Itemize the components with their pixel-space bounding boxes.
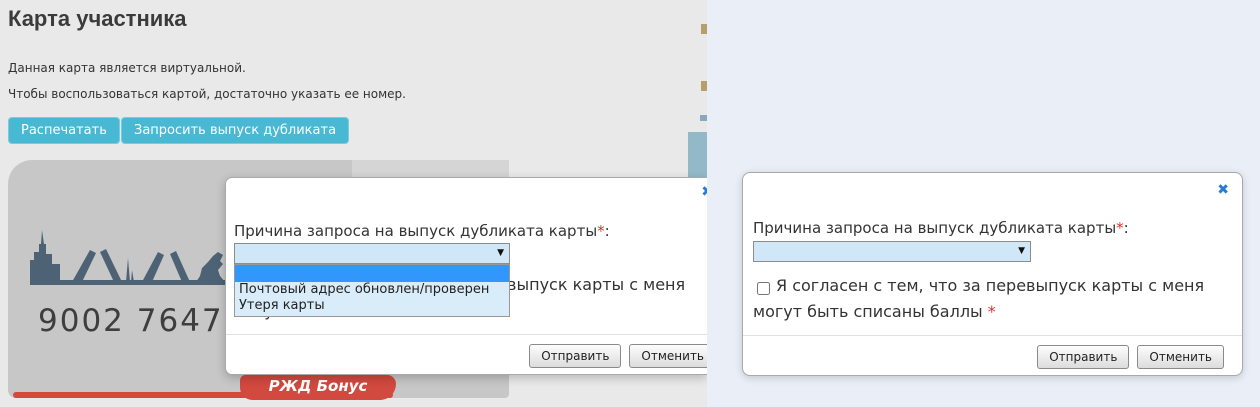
- close-icon[interactable]: ✖: [701, 185, 707, 199]
- dialog-footer: Отправить Отменить: [529, 344, 707, 368]
- dropdown-option-lost[interactable]: Утеря карты: [235, 298, 509, 314]
- duplicate-request-dialog-right: ✖ Причина запроса на выпуск дубликата ка…: [742, 172, 1243, 376]
- select-caret-icon: ▼: [497, 248, 504, 258]
- clipped-ui-fragment: [688, 132, 707, 179]
- select-caret-icon: ▼: [1018, 246, 1025, 256]
- submit-button[interactable]: Отправить: [1037, 345, 1129, 369]
- footer-divider: [226, 334, 707, 335]
- required-asterisk: *: [1116, 219, 1124, 237]
- request-duplicate-button[interactable]: Запросить выпуск дубликата: [121, 117, 349, 144]
- submit-button[interactable]: Отправить: [529, 344, 621, 368]
- card-info-line-2: Чтобы воспользоваться картой, достаточно…: [8, 87, 406, 101]
- reason-label: Причина запроса на выпуск дубликата карт…: [753, 219, 1129, 237]
- dropdown-option-postal[interactable]: Почтовый адрес обновлен/проверен: [235, 282, 509, 298]
- page-title: Карта участника: [8, 6, 187, 32]
- cancel-button[interactable]: Отменить: [1137, 345, 1224, 369]
- cancel-button[interactable]: Отменить: [629, 344, 707, 368]
- skyline-graphic: [30, 230, 230, 292]
- consent-text-line1: Я согласен с тем, что за перевыпуск карт…: [776, 276, 1204, 295]
- reason-select[interactable]: ▼: [234, 243, 510, 264]
- clipped-ui-fragment: [700, 115, 707, 121]
- member-card-page: Карта участника Данная карта является ви…: [0, 0, 707, 407]
- card-info-line-1: Данная карта является виртуальной.: [8, 61, 246, 75]
- reason-label: Причина запроса на выпуск дубликата карт…: [234, 222, 610, 240]
- dropdown-option-blank[interactable]: [235, 265, 509, 282]
- reason-select[interactable]: ▼: [753, 241, 1031, 262]
- print-button[interactable]: Распечатать: [8, 117, 120, 144]
- required-asterisk: *: [988, 302, 996, 321]
- card-brand-tab: РЖД Бонус: [240, 375, 396, 400]
- reason-dropdown-list: Почтовый адрес обновлен/проверен Утеря к…: [234, 264, 510, 317]
- screenshot-stage: Карта участника Данная карта является ви…: [0, 0, 1260, 407]
- consent-checkbox[interactable]: [757, 282, 770, 295]
- duplicate-request-dialog-left: ✖ Причина запроса на выпуск дубликата ка…: [225, 177, 707, 375]
- required-asterisk: *: [597, 222, 605, 240]
- close-icon[interactable]: ✖: [1217, 183, 1229, 197]
- dialog-closeup-panel: ✖ Причина запроса на выпуск дубликата ка…: [707, 0, 1260, 407]
- consent-text-line2: могут быть списаны баллы *: [753, 302, 996, 321]
- footer-divider: [743, 335, 1242, 336]
- dialog-footer: Отправить Отменить: [1037, 345, 1224, 369]
